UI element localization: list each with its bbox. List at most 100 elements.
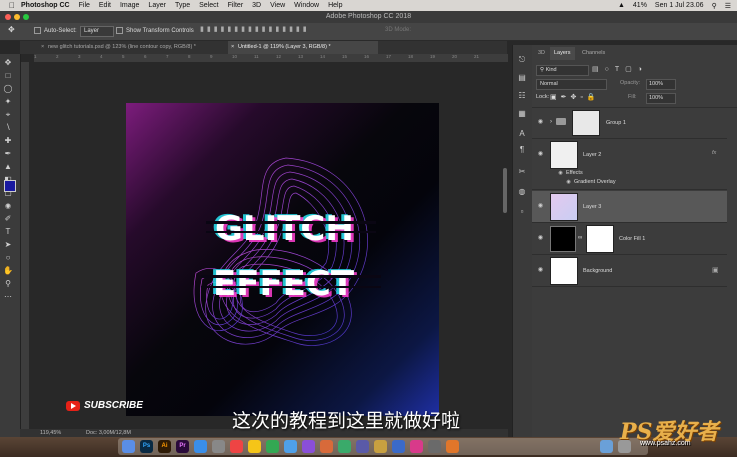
gradient-eye-icon[interactable]: ◉: [565, 179, 572, 186]
search-icon[interactable]: ⚲: [712, 2, 717, 10]
menu-view[interactable]: View: [270, 2, 285, 9]
foreground-color-swatch[interactable]: [4, 180, 16, 192]
visibility-eye-icon[interactable]: ◉: [537, 267, 544, 274]
safari-icon[interactable]: [284, 440, 297, 453]
menu-help[interactable]: Help: [328, 2, 342, 9]
messages-icon[interactable]: [338, 440, 351, 453]
visibility-eye-icon[interactable]: ◉: [537, 235, 544, 242]
pen-tool-icon[interactable]: ✐: [3, 214, 13, 224]
zoom-tool-icon[interactable]: ⚲: [3, 279, 13, 289]
crop-tool-icon[interactable]: ⌖: [3, 110, 13, 120]
menu-type[interactable]: Type: [175, 2, 190, 9]
lock-icons[interactable]: ▣✒✥▫🔒: [550, 93, 600, 101]
layer-row-group-1[interactable]: ◉ › Group 1: [532, 107, 727, 139]
layer-name[interactable]: Layer 3: [583, 204, 601, 210]
layer-row-color-fill-1[interactable]: ◉ ∞ Color Fill 1: [532, 223, 727, 255]
close-tab-icon[interactable]: ×: [231, 41, 234, 54]
libraries-icon[interactable]: ▫: [517, 207, 527, 217]
history-icon[interactable]: ⎋: [517, 55, 527, 65]
transform-controls-checkbox[interactable]: Show Transform Controls: [116, 27, 194, 34]
menu-image[interactable]: Image: [120, 2, 139, 9]
effects-eye-icon[interactable]: ◉: [557, 170, 564, 177]
visibility-eye-icon[interactable]: ◉: [537, 119, 544, 126]
terminal-icon[interactable]: [428, 440, 441, 453]
menu-list-icon[interactable]: ☰: [725, 2, 731, 10]
filter-icons[interactable]: ▤○T▢◑: [592, 65, 648, 73]
fx-badge[interactable]: fx: [712, 150, 716, 156]
menu-filter[interactable]: Filter: [228, 2, 244, 9]
finder-icon[interactable]: [122, 440, 135, 453]
auto-select-dropdown[interactable]: Layer: [80, 26, 114, 37]
menu-app-name[interactable]: Photoshop CC: [21, 2, 70, 9]
menu-window[interactable]: Window: [294, 2, 319, 9]
menu-select[interactable]: Select: [199, 2, 218, 9]
premiere-app-icon[interactable]: Pr: [176, 440, 189, 453]
photoshop-app-icon[interactable]: Ps: [140, 440, 153, 453]
maps-icon[interactable]: [374, 440, 387, 453]
notes-icon[interactable]: [248, 440, 261, 453]
photos-icon[interactable]: [320, 440, 333, 453]
downloads-folder-icon[interactable]: [600, 440, 613, 453]
tab-glitch-tutorial[interactable]: × new glitch tutorials.psd @ 123% (line …: [38, 41, 250, 54]
menu-3d[interactable]: 3D: [252, 2, 261, 9]
fill-input[interactable]: 100%: [646, 93, 676, 104]
wifi-icon[interactable]: ▲: [618, 2, 625, 9]
align-icons[interactable]: ▮▮▮▮▮▮▮▮▮▮▮▮▮▮▮▮: [200, 25, 310, 33]
mail-icon[interactable]: [356, 440, 369, 453]
layer-row-background[interactable]: ◉ Background ▣: [532, 255, 727, 287]
calendar-icon[interactable]: [230, 440, 243, 453]
chevron-right-icon[interactable]: ›: [550, 119, 552, 125]
blend-mode-dropdown[interactable]: Normal: [536, 79, 607, 90]
layer-name[interactable]: Group 1: [606, 120, 626, 126]
chrome-icon[interactable]: [266, 440, 279, 453]
swatches-icon[interactable]: ▦: [517, 109, 527, 119]
menu-layer[interactable]: Layer: [148, 2, 166, 9]
marquee-tool-icon[interactable]: □: [3, 71, 13, 81]
vlc-icon[interactable]: [446, 440, 459, 453]
tab-3d[interactable]: 3D: [534, 47, 549, 60]
close-window-button[interactable]: [5, 14, 11, 20]
more-tools-icon[interactable]: ⋯: [3, 292, 13, 302]
tab-channels[interactable]: Channels: [578, 47, 609, 60]
chain-link-icon[interactable]: ∞: [578, 235, 582, 241]
illustrator-app-icon[interactable]: Ai: [158, 440, 171, 453]
layer-name[interactable]: Layer 2: [583, 152, 601, 158]
tab-untitled-1[interactable]: × Untitled-1 @ 119% (Layer 3, RGB/8) *: [228, 41, 378, 54]
visibility-eye-icon[interactable]: ◉: [537, 203, 544, 210]
layer-name[interactable]: Color Fill 1: [619, 236, 645, 242]
type-tool-icon[interactable]: T: [3, 227, 13, 237]
stamp-tool-icon[interactable]: ▲: [3, 162, 13, 172]
effect-gradient-overlay[interactable]: Gradient Overlay: [574, 179, 616, 185]
adjustments-icon[interactable]: ▤: [517, 73, 527, 83]
menu-edit[interactable]: Edit: [99, 2, 111, 9]
filter-kind-dropdown[interactable]: ⚲ Kind: [536, 65, 589, 76]
move-tool-icon[interactable]: ✥: [8, 25, 15, 34]
minimize-window-button[interactable]: [14, 14, 20, 20]
battery-percent[interactable]: 41%: [633, 2, 647, 9]
subscribe-badge[interactable]: SUBSCRIBE: [66, 399, 143, 412]
paragraph-icon[interactable]: ¶: [517, 145, 527, 155]
visibility-eye-icon[interactable]: ◉: [537, 151, 544, 158]
layer-row-layer-3[interactable]: ◉ Layer 3: [532, 191, 727, 223]
character-icon[interactable]: A: [517, 129, 527, 139]
word-icon[interactable]: [392, 440, 405, 453]
healing-brush-icon[interactable]: ✚: [3, 136, 13, 146]
properties-icon[interactable]: ☷: [517, 91, 527, 101]
lasso-tool-icon[interactable]: ◯: [3, 84, 13, 94]
tools-preset-icon[interactable]: ✂: [517, 167, 527, 177]
itunes-icon[interactable]: [410, 440, 423, 453]
shape-tool-icon[interactable]: ○: [3, 253, 13, 263]
music-icon[interactable]: [302, 440, 315, 453]
layer-row-layer-2[interactable]: ◉ Layer 2 fx ◉ Effects ◉ Gradient Overla…: [532, 139, 727, 190]
opacity-input[interactable]: 100%: [646, 79, 676, 90]
path-select-icon[interactable]: ➤: [3, 240, 13, 250]
3d-icon[interactable]: ◍: [517, 187, 527, 197]
zoom-window-button[interactable]: [23, 14, 29, 20]
move-tool-icon[interactable]: ✥: [3, 58, 13, 68]
system-prefs-icon[interactable]: [212, 440, 225, 453]
brush-tool-icon[interactable]: ✒: [3, 149, 13, 159]
close-tab-icon[interactable]: ×: [41, 41, 44, 54]
app-store-icon[interactable]: [194, 440, 207, 453]
menu-file[interactable]: File: [79, 2, 90, 9]
document-canvas[interactable]: GLITCH GLITCH GLITCH EFFECT EFFECT EFFEC…: [126, 103, 439, 416]
